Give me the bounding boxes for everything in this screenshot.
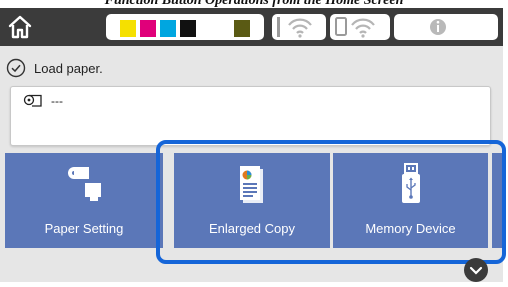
ink-cartridge-magenta <box>140 20 156 37</box>
ink-cartridge-matte-black <box>234 20 250 37</box>
info-icon <box>430 19 446 35</box>
wifi-icon <box>277 17 312 38</box>
paper-setting-label: Paper Setting <box>44 221 124 236</box>
memory-device-label: Memory Device <box>365 221 456 236</box>
info-button[interactable] <box>394 14 498 40</box>
roll-paper-icon <box>23 94 42 107</box>
check-circle-icon <box>6 58 26 78</box>
memory-device-button[interactable]: Memory Device <box>333 153 488 248</box>
page-caption: Function Button Operations from the Home… <box>104 0 404 8</box>
status-text: Load paper. <box>34 60 103 76</box>
paper-setting-button[interactable]: Paper Setting <box>5 153 163 248</box>
ink-cartridge-cyan <box>160 20 176 37</box>
wireless-status[interactable] <box>272 14 326 40</box>
paper-setting-panel[interactable]: --- <box>10 86 491 146</box>
status-message: Load paper. <box>6 56 103 80</box>
usb-icon <box>401 163 420 203</box>
enlarged-copy-label: Enlarged Copy <box>209 221 295 236</box>
chevron-down-icon <box>469 266 483 275</box>
enlarged-copy-icon <box>240 166 263 203</box>
paper-setting-icon <box>68 167 101 201</box>
ink-cartridge-black <box>180 20 196 37</box>
next-function-button[interactable] <box>492 153 503 248</box>
paper-value: --- <box>51 94 63 108</box>
scroll-down-button[interactable] <box>464 258 488 282</box>
enlarged-copy-button[interactable]: Enlarged Copy <box>174 153 330 248</box>
ink-levels[interactable] <box>106 14 264 40</box>
home-icon[interactable] <box>6 13 34 41</box>
wifi-direct-icon <box>335 17 375 38</box>
ink-cartridge-yellow <box>120 20 136 37</box>
wifi-direct-status[interactable] <box>330 14 390 40</box>
